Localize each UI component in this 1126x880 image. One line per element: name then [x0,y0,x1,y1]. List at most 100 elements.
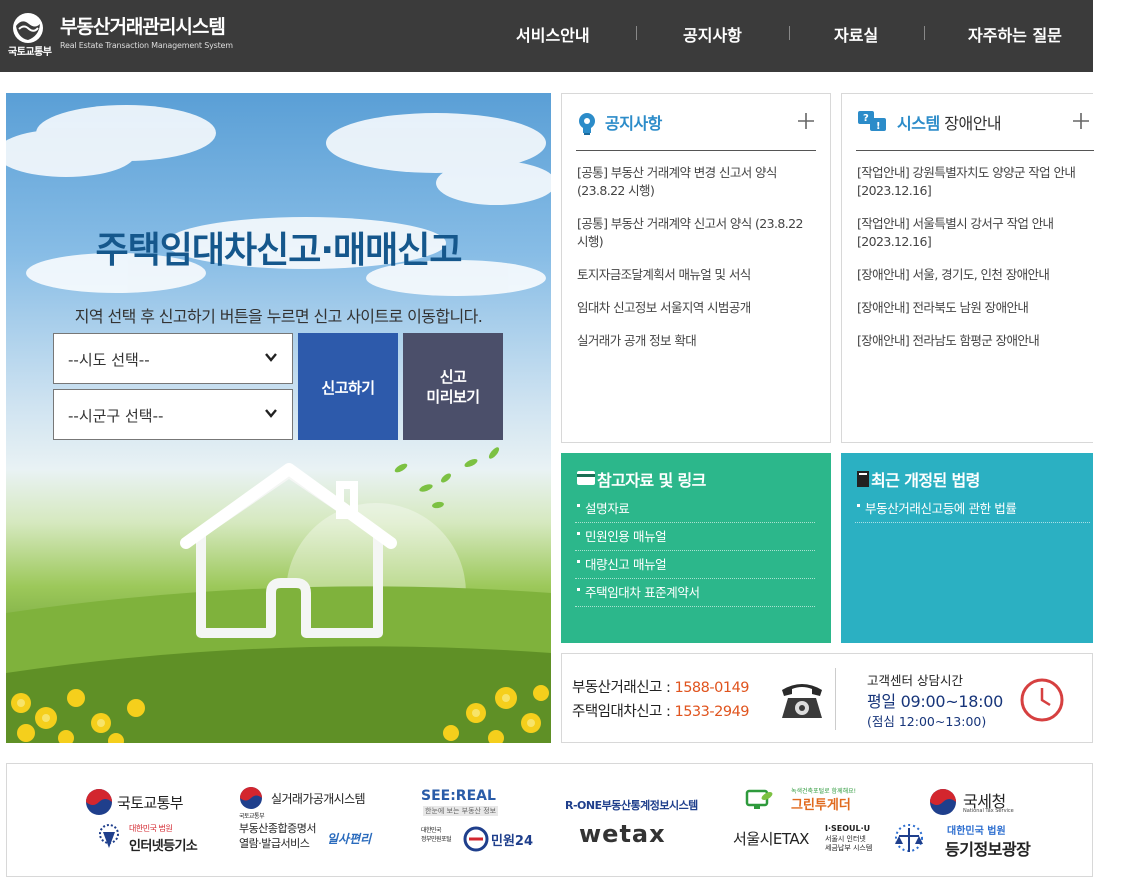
nav-service-guide[interactable]: 서비스안내 [516,22,590,46]
government-emblem-icon [13,13,43,43]
sido-select-value: --시도 선택-- [68,351,150,369]
phone-number[interactable]: 1588-0149 [674,680,749,696]
laws-list: 부동산거래신고등에 관한 법률 [855,495,1090,523]
banner-small-label: 대한민국 법원 [947,826,1006,837]
banner-rtms[interactable]: 실거래가공개시스템 국토교통부 [239,786,389,820]
banner-label: 국토교통부 [117,794,184,812]
banner-small-label: 대한민국 [421,827,442,834]
iseoulu-logo: I·SEOUL·U [825,824,871,833]
lightbulb-icon [579,113,595,135]
nav-archive[interactable]: 자료실 [834,22,878,46]
sigungu-select[interactable]: --시군구 선택-- [53,389,293,440]
svg-text:!: ! [876,121,881,132]
notice-panel: 공지사항 [공통] 부동산 거래계약 변경 신고서 양식 (23.8.22 시행… [561,93,831,443]
panel-divider [856,150,1094,151]
report-button[interactable]: 신고하기 [298,333,398,440]
banner-seoul-etax[interactable]: 서울시ETAX I·SEOUL·U 서울시 인터넷 세금납부 시스템 [733,824,883,858]
system-subtitle: Real Estate Transaction Management Syste… [60,41,233,50]
contact-label: 부동산거래신고 : [572,680,675,696]
list-item[interactable]: [작업안내] 서울특별시 강서구 작업 안내 [2023.12.16] [857,215,1092,251]
banner-registry-plaza[interactable]: 대한민국 법원 등기정보광장 [889,822,1049,862]
banner-issuance-service[interactable]: 부동산종합증명서 열람·발급서비스 일사편리 [239,822,389,858]
banner-green-together[interactable]: 녹색건축포털로 함께해요! 그린투게더 [745,786,875,816]
list-item[interactable]: [장애안내] 전라북도 남원 장애안내 [857,299,1092,317]
hours-title: 고객센터 상담시간 [867,673,963,688]
book-icon [857,471,869,487]
list-item[interactable]: [장애안내] 서울, 경기도, 인천 장애안내 [857,266,1092,284]
nav-faq[interactable]: 자주하는 질문 [968,22,1062,46]
list-item[interactable]: 설명자료 [575,495,815,523]
system-title: 부동산거래관리시스템 [60,16,226,38]
nav-divider [636,26,637,40]
hero-title: 주택임대차신고·매매신고 [95,230,463,271]
hours-lunch: (점심 12:00~13:00) [867,714,987,729]
chevron-down-icon [265,409,277,418]
banner-label: 서울시ETAX [733,830,809,848]
banner-label: R-ONE부동산통계정보시스템 [565,799,698,812]
list-item[interactable]: 토지자금조달계획서 매뉴얼 및 서식 [577,266,812,284]
list-item[interactable]: 실거래가 공개 정보 확대 [577,332,812,350]
list-item[interactable]: 임대차 신고정보 서울지역 시범공개 [577,299,812,317]
contact-lease-line: 주택임대차신고 : 1533-2949 [572,700,750,721]
government-emblem-icon [930,789,956,815]
contact-real-estate-line: 부동산거래신고 : 1588-0149 [572,676,750,697]
banner-label: 열람·발급서비스 [239,837,310,850]
list-item[interactable]: [장애안내] 전라남도 함평군 장애안내 [857,332,1092,350]
card-icon [577,471,595,485]
svg-text:?: ? [863,113,869,124]
banner-label: 부동산종합증명서 [239,822,316,835]
banner-rone[interactable]: R-ONE부동산통계정보시스템 [565,794,698,813]
list-item[interactable]: [공통] 부동산 거래계약 신고서 양식 (23.8.22 시행) [577,215,812,251]
phone-number[interactable]: 1533-2949 [674,704,749,720]
banner-seereal[interactable]: SEE:REAL 한눈에 보는 부동산 정보 [421,788,521,820]
sido-select[interactable]: --시도 선택-- [53,333,293,384]
notice-list: [공통] 부동산 거래계약 변경 신고서 양식 (23.8.22 시행) [공통… [577,164,812,365]
plus-icon[interactable] [1072,112,1090,130]
ilsa-logo: 일사편리 [327,832,372,846]
list-item[interactable]: 주택임대차 표준계약서 [575,579,815,607]
list-item[interactable]: [작업안내] 강원특별자치도 양양군 작업 안내 [2023.12.16] [857,164,1092,200]
banner-wetax[interactable]: wetax [579,820,666,848]
outage-title-rest: 장애안내 [939,114,1002,133]
banner-minwon24[interactable]: 대한민국 정부민원포털 민원24 [421,824,533,856]
reference-title: 참고자료 및 링크 [597,471,706,490]
banner-label: 인터넷등기소 [129,839,198,854]
plus-icon[interactable] [797,112,815,130]
laws-panel: 최근 개정된 법령 부동산거래신고등에 관한 법률 [841,453,1093,643]
monitor-leaf-icon [745,789,773,809]
notice-title: 공지사항 [605,114,662,133]
banner-small-label: 대한민국 법원 [129,824,173,833]
panel-divider [576,150,816,151]
outage-title-accent: 시스템 [897,114,940,133]
ministry-name: 국토교통부 [8,47,52,58]
nav-divider [924,26,925,40]
government-emblem-icon [86,789,112,815]
court-emblem-icon [99,824,119,848]
list-item[interactable]: 부동산거래신고등에 관한 법률 [855,495,1090,523]
banner-label: 실거래가공개시스템 [271,792,366,806]
minwon24-emblem-icon [463,826,489,852]
government-emblem-icon [240,787,262,809]
contact-label: 주택임대차신고 : [572,704,675,720]
laws-title: 최근 개정된 법령 [871,471,980,490]
report-preview-button[interactable]: 신고 미리보기 [403,333,503,440]
sigungu-select-value: --시군구 선택-- [68,407,164,425]
nav-notice[interactable]: 공지사항 [683,22,742,46]
court-scales-icon [895,824,923,852]
clock-icon [1020,678,1064,722]
site-logo[interactable]: 국토교통부 부동산거래관리시스템 Real Estate Transaction… [8,10,248,60]
telephone-icon [782,684,822,718]
preview-label-line1: 신고 [439,368,467,386]
hero-description: 지역 선택 후 신고하기 버튼을 누르면 신고 사이트로 이동합니다. [74,307,483,326]
list-item[interactable]: 민원인용 매뉴얼 [575,523,815,551]
list-item[interactable]: 대량신고 매뉴얼 [575,551,815,579]
reference-list: 설명자료 민원인용 매뉴얼 대량신고 매뉴얼 주택임대차 표준계약서 [575,495,815,607]
list-item[interactable]: [공통] 부동산 거래계약 변경 신고서 양식 (23.8.22 시행) [577,164,812,200]
banner-small-label: 세금납부 시스템 [825,844,873,852]
question-chat-icon: ? ! [858,111,886,132]
banner-nts[interactable]: 국세청 National Tax Service [929,786,1029,818]
chevron-down-icon [265,353,277,362]
outage-title: 시스템 장애안내 [897,110,1002,134]
wetax-logo: wetax [579,820,666,848]
partner-banners: 국토교통부 대한민국 법원 인터넷등기소 실거래가공개시스템 국토교통부 부동산… [6,763,1093,877]
